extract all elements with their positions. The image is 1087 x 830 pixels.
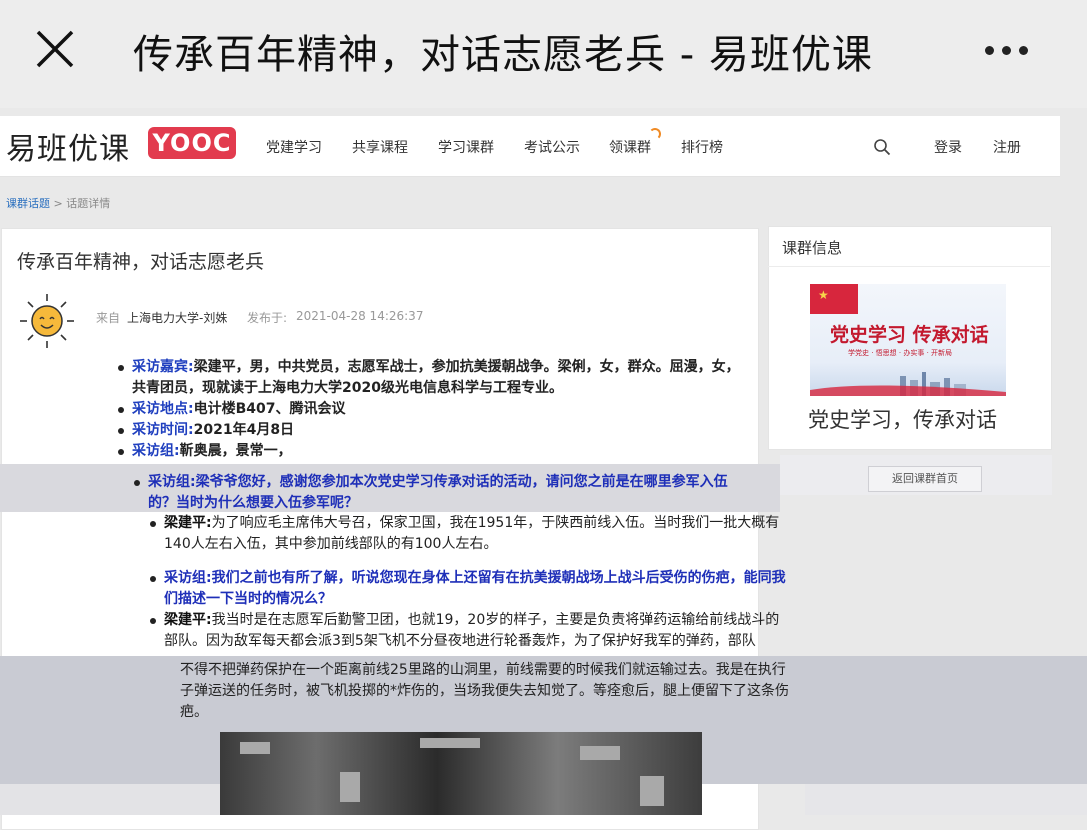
list-item: 采访时间:2021年4月8日 [118,420,748,441]
topic-source[interactable]: 上海电力大学-刘姝 [127,309,227,326]
list-item: 采访嘉宾:梁建平，男，中共党员，志愿军战士，参加抗美援朝战争。梁俐，女，群众。屈… [118,357,748,399]
webview-topbar: 传承百年精神，对话志愿老兵 - 易班优课 [0,0,1087,108]
breadcrumb: 课群话题 > 话题详情 [6,195,110,211]
breadcrumb-separator: > [53,197,63,210]
interview-info-list: 采访嘉宾:梁建平，男，中共党员，志愿军战士，参加抗美援朝战争。梁俐，女，群众。屈… [118,357,748,462]
glitch-fill-right [805,784,1087,815]
group-banner-image[interactable]: 党史学习 传承对话 学党史 · 悟思想 · 办实事 · 开新局 [810,284,1006,396]
list-item: 采访组:我们之前也有所了解，听说您现在身体上还留有在抗美援朝战场上战斗后受伤的伤… [150,568,790,610]
list-item: 采访地点:电计楼B407、腾讯会议 [118,399,748,420]
search-icon[interactable] [873,138,891,156]
nav-item-ranking[interactable]: 排行榜 [681,137,723,157]
published-label: 发布于: [247,311,288,325]
banner-subtitle: 学党史 · 悟思想 · 办实事 · 开新局 [848,349,953,357]
back-to-group-button[interactable]: 返回课群首页 [868,466,982,492]
from-label: 来自 [96,311,121,325]
nav-item-study-groups[interactable]: 学习课群 [438,137,494,157]
list-item: 梁建平:我当时是在志愿军后勤警卫团，也就19，20岁的样子，主要是负责将弹药运输… [150,610,790,652]
list-item: 采访组:靳奥晨，景常一， [118,441,748,462]
logo-text[interactable]: 易班优课 [6,124,130,168]
logo-badge[interactable]: YOOC [148,127,236,159]
breadcrumb-topics[interactable]: 课群话题 [6,197,50,210]
register-link[interactable]: 注册 [993,137,1021,157]
qa-continued-text: 不得不把弹药保护在一个距离前线25里路的山洞里，前线需要的时候我们就运输过去。我… [180,662,789,720]
glitch-fill [0,784,220,815]
list-item: 梁建平:为了响应毛主席伟大号召，保家卫国，我在1951年，于陕西前线入伍。当时我… [150,513,790,555]
qa-first-question: 采访组:梁爷爷您好，感谢您参加本次党史学习传承对话的活动，请问您之前是在哪里参军… [134,472,744,514]
nav-item-get-group[interactable]: 领课群 [609,137,651,157]
site-nav: 易班优课 YOOC 党建学习 共享课程 学习课群 考试公示 领课群 排行榜 登录… [0,116,1060,177]
nav-item-party-study[interactable]: 党建学习 [266,137,322,157]
breadcrumb-current: 话题详情 [66,197,111,210]
list-item: 采访组:梁爷爷您好，感谢您参加本次党史学习传承对话的活动，请问您之前是在哪里参军… [134,472,744,514]
group-caption: 党史学习，传承对话 [808,408,997,432]
published-time: 2021-04-28 14:26:37 [296,309,424,323]
qa-list: 梁建平:为了响应毛主席伟大号召，保家卫国，我在1951年，于陕西前线入伍。当时我… [150,513,790,652]
historical-photo [220,732,702,815]
nav-item-shared-courses[interactable]: 共享课程 [352,137,408,157]
login-link[interactable]: 登录 [934,137,962,157]
close-icon[interactable] [32,26,78,72]
more-icon[interactable] [985,40,1037,55]
nav-item-exam-notice[interactable]: 考试公示 [524,137,580,157]
skyline-graphic [810,372,1006,396]
banner-title: 党史学习 传承对话 [830,324,989,346]
window-title: 传承百年精神，对话志愿老兵 - 易班优课 [133,32,873,78]
flag-icon [810,284,858,314]
rss-icon [649,128,661,140]
group-info-heading: 课群信息 [782,239,843,257]
topic-title: 传承百年精神，对话志愿老兵 [17,251,265,273]
sun-avatar-icon [20,294,74,348]
divider [768,266,1050,267]
